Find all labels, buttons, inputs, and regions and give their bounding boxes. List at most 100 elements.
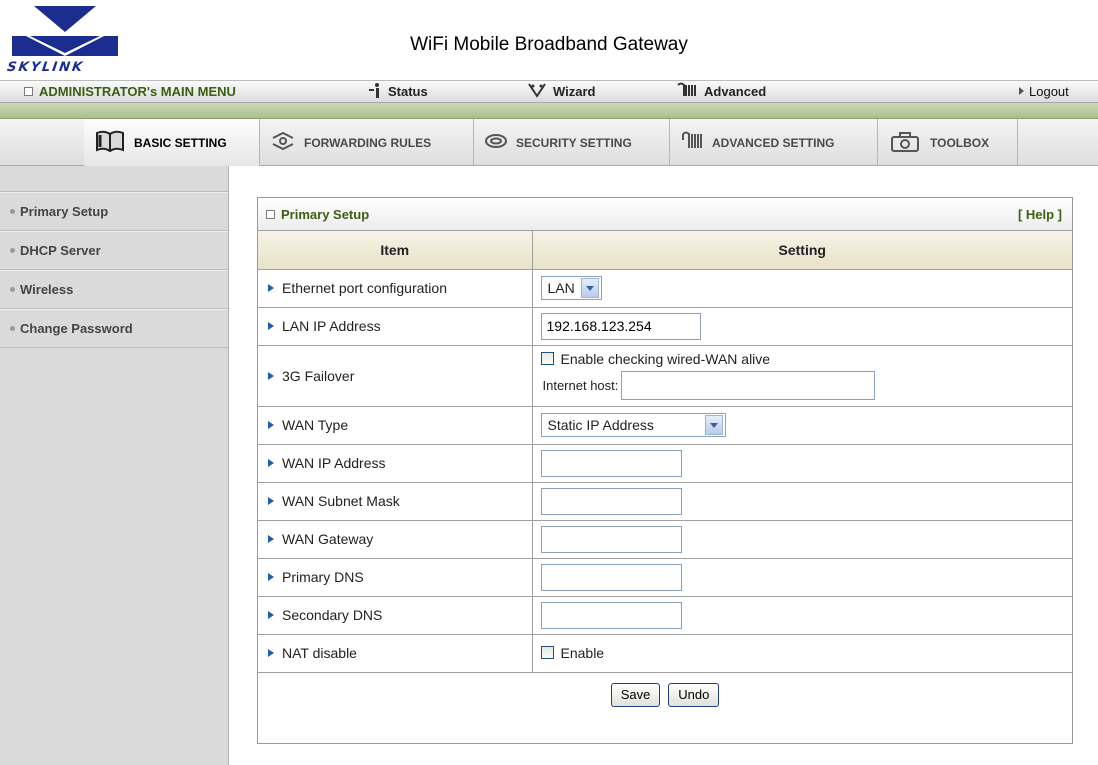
header: SKYLINK WiFi Mobile Broadband Gateway	[0, 0, 1098, 80]
row-label-cell: WAN IP Address	[258, 444, 533, 483]
arrow-right-icon	[268, 497, 274, 505]
lan-ip-label: LAN IP Address	[282, 318, 381, 334]
sidebar-item-label: Change Password	[20, 321, 133, 336]
settings-table: Item Setting Ethernet port configuration…	[258, 231, 1072, 718]
advanced-icon	[676, 82, 698, 105]
admin-main-menu-label: ADMINISTRATOR's MAIN MENU	[39, 84, 236, 99]
sidebar-top-spacer	[0, 166, 228, 192]
status-label: Status	[388, 84, 428, 99]
sidebar-item-wireless[interactable]: Wireless	[0, 270, 228, 309]
row-setting-cell: LAN	[532, 269, 1072, 308]
status-menu[interactable]: Status	[368, 81, 428, 103]
button-cell: Save Undo	[258, 672, 1072, 718]
row-label-cell: Ethernet port configuration	[258, 269, 533, 308]
nat-enable-checkbox[interactable]	[540, 646, 554, 659]
sidebar-item-label: Wireless	[20, 282, 74, 297]
person-icon	[368, 82, 382, 105]
table-row: LAN IP Address	[258, 307, 1072, 346]
table-header-row: Item Setting	[258, 231, 1072, 270]
table-row: NAT disable Enable	[258, 634, 1072, 673]
ethernet-port-select[interactable]: LAN	[540, 276, 602, 300]
bullet-dot-icon	[10, 287, 15, 292]
row-label-cell: LAN IP Address	[258, 307, 533, 346]
menu-divider-band	[0, 103, 1098, 119]
table-row: Secondary DNS	[258, 596, 1072, 635]
failover-checkbox[interactable]	[540, 352, 554, 365]
save-button[interactable]: Save	[610, 683, 661, 708]
row-label-cell: Secondary DNS	[258, 596, 533, 635]
internet-host-input[interactable]	[621, 371, 876, 400]
failover-label: 3G Failover	[282, 367, 355, 384]
column-header-setting: Setting	[532, 231, 1072, 270]
primary-dns-label: Primary DNS	[282, 569, 364, 585]
triangle-right-icon	[1019, 87, 1024, 95]
square-bullet-icon	[266, 209, 275, 219]
row-setting-cell	[532, 444, 1072, 483]
row-label-cell: WAN Subnet Mask	[258, 482, 533, 521]
arrow-right-icon	[268, 371, 274, 380]
wan-ip-label: WAN IP Address	[282, 455, 386, 471]
table-row: WAN Type Static IP Address	[258, 406, 1072, 445]
advanced-menu[interactable]: Advanced	[676, 81, 766, 103]
wizard-label: Wizard	[553, 84, 596, 99]
table-row: WAN Gateway	[258, 520, 1072, 559]
wizard-icon	[527, 82, 547, 105]
wan-type-select[interactable]: Static IP Address	[540, 413, 726, 437]
tab-forwarding-rules-label: FORWARDING RULES	[304, 135, 432, 150]
primary-setup-panel: Primary Setup [ Help ] Item Setting Ethe…	[257, 197, 1073, 744]
row-label-cell: WAN Gateway	[258, 520, 533, 559]
row-setting-cell	[532, 482, 1072, 521]
sidebar-item-label: Primary Setup	[20, 204, 109, 219]
gear-icon	[680, 130, 704, 155]
bullet-dot-icon	[10, 209, 15, 214]
arrow-right-icon	[268, 573, 274, 581]
column-header-item: Item	[258, 231, 533, 270]
advanced-label: Advanced	[704, 84, 767, 99]
failover-checkbox-label: Enable checking wired-WAN alive	[560, 351, 771, 367]
sidebar-item-change-password[interactable]: Change Password	[0, 309, 228, 348]
wizard-menu[interactable]: Wizard	[527, 81, 596, 103]
sidebar-item-label: DHCP Server	[20, 243, 101, 258]
lan-ip-input[interactable]	[540, 312, 701, 340]
wan-ip-input[interactable]	[540, 449, 682, 477]
row-setting-cell: Enable checking wired-WAN alive Internet…	[532, 345, 1072, 407]
tab-advanced-setting[interactable]: ADVANCED SETTING	[670, 119, 878, 166]
book-icon	[94, 129, 126, 156]
row-setting-cell: Enable	[532, 634, 1072, 673]
tab-forwarding-rules[interactable]: FORWARDING RULES	[260, 119, 474, 166]
admin-main-menu[interactable]: ADMINISTRATOR's MAIN MENU	[24, 81, 236, 103]
primary-dns-input[interactable]	[540, 563, 682, 591]
tab-toolbox-label: TOOLBOX	[930, 135, 990, 150]
wan-gateway-label: WAN Gateway	[282, 531, 374, 547]
secondary-dns-input[interactable]	[540, 601, 682, 629]
logout-label: Logout	[1029, 84, 1069, 99]
arrow-right-icon	[268, 611, 274, 619]
arrow-right-icon	[268, 535, 274, 543]
arrow-right-icon	[268, 284, 274, 292]
panel-title-text: Primary Setup	[281, 206, 370, 222]
tab-toolbox[interactable]: TOOLBOX	[878, 119, 1018, 166]
ethernet-port-label: Ethernet port configuration	[282, 280, 447, 296]
panel-header: Primary Setup [ Help ]	[258, 198, 1072, 231]
tab-security-setting[interactable]: SECURITY SETTING	[474, 119, 670, 166]
app-title: WiFi Mobile Broadband Gateway	[410, 34, 688, 55]
undo-button[interactable]: Undo	[668, 683, 720, 708]
table-row: Ethernet port configuration LAN	[258, 269, 1072, 308]
wan-subnet-mask-input[interactable]	[540, 487, 682, 515]
main-menu-bar: ADMINISTRATOR's MAIN MENU Status Wizard …	[0, 80, 1098, 103]
wan-mask-label: WAN Subnet Mask	[282, 493, 400, 509]
table-row: 3G Failover Enable checking wired-WAN al…	[258, 345, 1072, 407]
row-label-cell: Primary DNS	[258, 558, 533, 597]
ethernet-port-value: LAN	[547, 280, 575, 296]
logout-link[interactable]: Logout	[1019, 81, 1069, 103]
tab-basic-setting[interactable]: BASIC SETTING	[84, 119, 260, 166]
table-row: WAN Subnet Mask	[258, 482, 1072, 521]
bullet-dot-icon	[10, 248, 15, 253]
wan-gateway-input[interactable]	[540, 525, 682, 553]
toolbox-icon	[888, 129, 922, 156]
arrow-right-icon	[268, 421, 274, 429]
help-link[interactable]: [ Help ]	[1018, 207, 1062, 222]
bullet-dot-icon	[10, 326, 15, 331]
sidebar-item-dhcp-server[interactable]: DHCP Server	[0, 231, 228, 270]
sidebar-item-primary-setup[interactable]: Primary Setup	[0, 192, 228, 231]
